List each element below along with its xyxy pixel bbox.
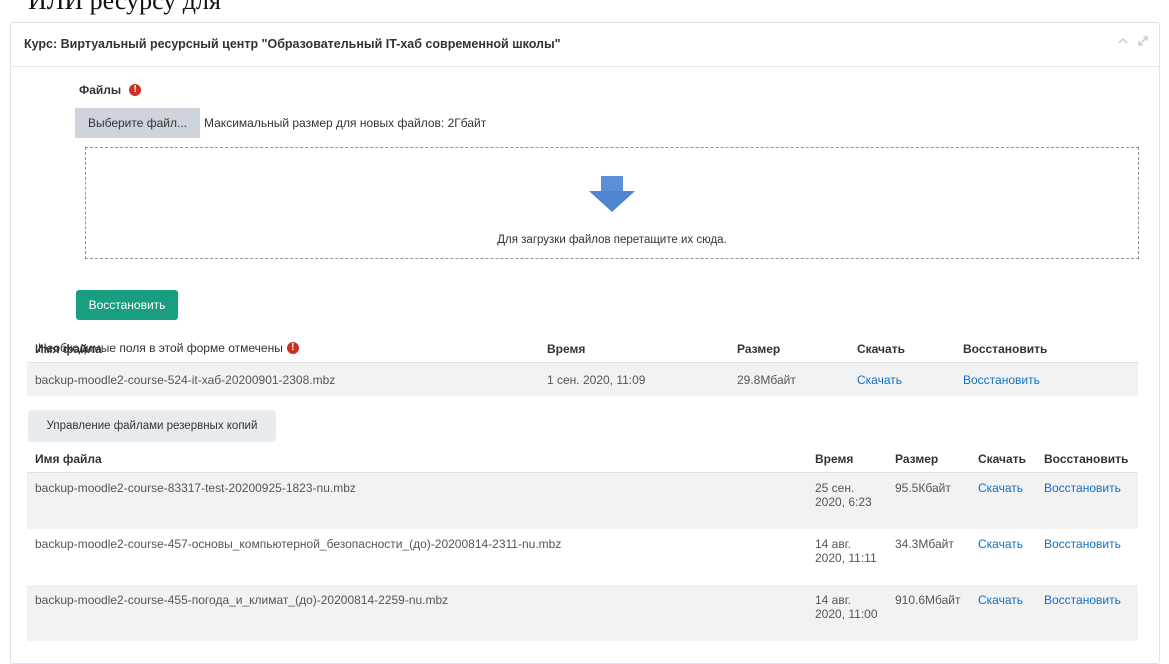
row-filename: backup-moodle2-course-457-основы_компьют… <box>35 537 562 551</box>
table-row: backup-moodle2-course-457-основы_компьют… <box>27 529 1138 585</box>
user-backups-table: Имя файла Время Размер Скачать Восстанов… <box>27 446 1138 641</box>
row-time-year: 2020, 11:11 <box>815 551 877 565</box>
drop-instruction: Для загрузки файлов перетащите их сюда. <box>497 234 727 246</box>
files-label: Файлы ! <box>79 83 142 97</box>
row-filename: backup-moodle2-course-83317-test-2020092… <box>27 472 807 529</box>
restore-link[interactable]: Восстановить <box>1044 593 1121 607</box>
download-link[interactable]: Скачать <box>978 481 1023 495</box>
collapse-icon[interactable] <box>1117 35 1129 47</box>
choose-file-button[interactable]: Выберите файл... <box>75 108 200 138</box>
row-size: 34.3Мбайт <box>895 537 954 551</box>
col-filename: Имя файла <box>27 336 539 363</box>
restore-button[interactable]: Восстановить <box>76 290 178 320</box>
required-icon: ! <box>129 84 142 96</box>
cutoff-document-text: ИЛИ ресурсу для <box>28 0 221 15</box>
download-link[interactable]: Скачать <box>978 537 1023 551</box>
manage-backup-files-button[interactable]: Управление файлами резервных копий <box>28 410 276 442</box>
col-time: Время <box>807 446 887 473</box>
row-time: 14 авг. 2020, 11:00 <box>807 585 887 641</box>
panel-title: Курс: Виртуальный ресурсный центр "Образ… <box>24 37 561 51</box>
col-download: Скачать <box>849 336 955 363</box>
row-filename: backup-moodle2-course-524-it-хаб-2020090… <box>27 362 539 396</box>
col-restore: Восстановить <box>955 336 1138 363</box>
max-size-text: Максимальный размер для новых файлов: 2Г… <box>204 116 487 130</box>
download-link[interactable]: Скачать <box>978 593 1023 607</box>
row-time: 14 авг. 2020, 11:11 <box>807 529 887 585</box>
expand-icon[interactable] <box>1137 35 1149 47</box>
table-header-row: Имя файла Время Размер Скачать Восстанов… <box>27 446 1138 473</box>
header-icons <box>1117 35 1149 47</box>
table-row: backup-moodle2-course-524-it-хаб-2020090… <box>27 362 1138 396</box>
files-label-text: Файлы <box>79 83 122 97</box>
row-time-date: 25 сен. <box>815 481 855 495</box>
col-size: Размер <box>887 446 970 473</box>
row-size: 29.8Мбайт <box>729 362 849 396</box>
row-filename: backup-moodle2-course-455-погода_и_клима… <box>27 585 807 641</box>
table-row: backup-moodle2-course-455-погода_и_клима… <box>27 585 1138 641</box>
row-time-year: 2020, 11:00 <box>815 607 878 621</box>
restore-link[interactable]: Восстановить <box>963 373 1040 387</box>
row-time-year: 2020, 6:23 <box>815 495 872 509</box>
row-time-date: 14 авг. <box>815 537 851 551</box>
col-restore: Восстановить <box>1036 446 1138 473</box>
restore-link[interactable]: Восстановить <box>1044 481 1121 495</box>
col-filename: Имя файла <box>27 446 807 473</box>
course-backups-table: Имя файла Время Размер Скачать Восстанов… <box>27 336 1138 396</box>
file-dropzone[interactable]: Для загрузки файлов перетащите их сюда. <box>85 147 1139 259</box>
panel-header: Курс: Виртуальный ресурсный центр "Образ… <box>11 23 1159 67</box>
table-row: backup-moodle2-course-83317-test-2020092… <box>27 472 1138 529</box>
restore-link[interactable]: Восстановить <box>1044 537 1121 551</box>
row-time-date: 14 авг. <box>815 593 851 607</box>
row-size: 910.6Мбайт <box>887 585 970 641</box>
row-time: 25 сен. 2020, 6:23 <box>807 472 887 529</box>
row-size: 95.5Кбайт <box>887 472 970 529</box>
col-time: Время <box>539 336 729 363</box>
download-link[interactable]: Скачать <box>857 373 902 387</box>
col-size: Размер <box>729 336 849 363</box>
row-time: 1 сен. 2020, 11:09 <box>539 362 729 396</box>
col-download: Скачать <box>970 446 1036 473</box>
table-header-row: Имя файла Время Размер Скачать Восстанов… <box>27 336 1138 363</box>
arrow-down-icon <box>589 176 635 212</box>
